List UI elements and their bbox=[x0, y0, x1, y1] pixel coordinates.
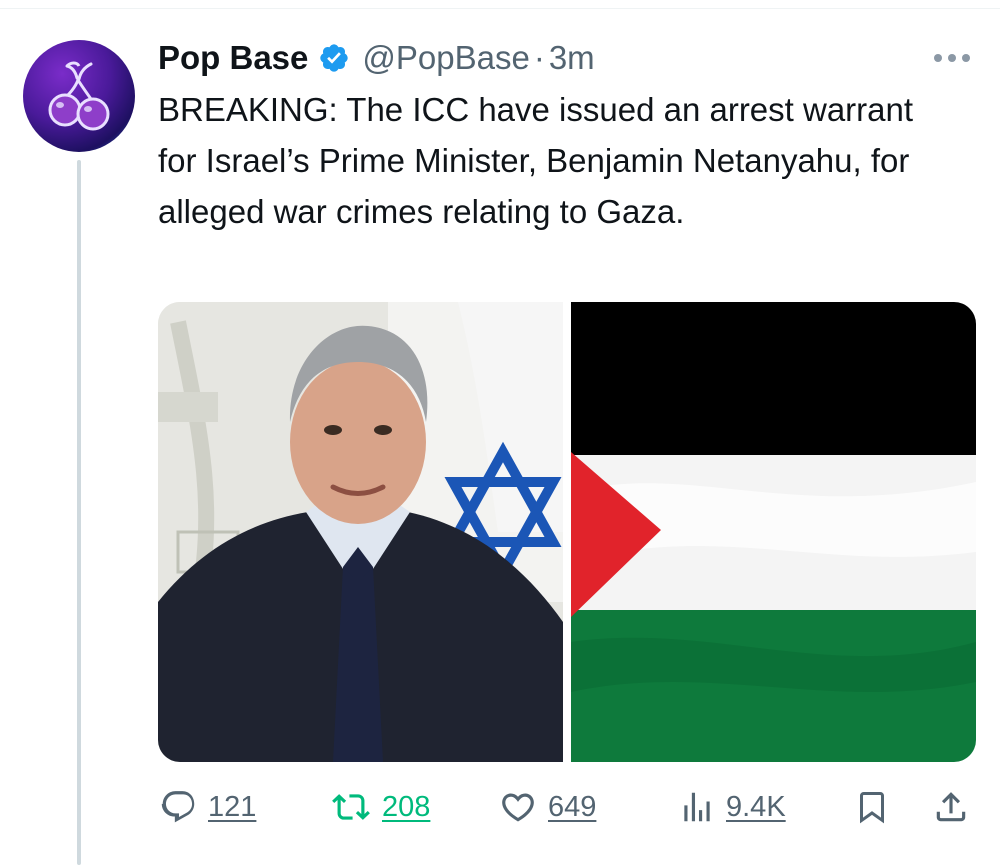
separator-dot: · bbox=[533, 39, 545, 76]
portrait-photo[interactable] bbox=[158, 302, 563, 762]
like-button[interactable]: 649 bbox=[498, 780, 596, 834]
like-icon bbox=[502, 793, 534, 822]
palestinian-flag-photo[interactable] bbox=[571, 302, 976, 762]
bookmark-icon bbox=[860, 792, 884, 824]
bookmark-button[interactable] bbox=[854, 780, 890, 834]
share-icon bbox=[936, 792, 966, 822]
avatar[interactable] bbox=[23, 40, 135, 152]
views-icon bbox=[684, 792, 710, 822]
reply-count: 121 bbox=[208, 790, 257, 823]
views-button[interactable]: 9.4K bbox=[678, 780, 786, 834]
media-grid bbox=[158, 302, 976, 762]
reply-icon bbox=[161, 791, 195, 823]
top-divider bbox=[0, 8, 1000, 9]
cherry-icon bbox=[48, 61, 110, 131]
repost-button[interactable]: 208 bbox=[330, 780, 430, 834]
share-button[interactable] bbox=[932, 780, 970, 834]
repost-icon bbox=[332, 794, 370, 820]
tweet-actions: 121 208 649 9.4K bbox=[158, 780, 978, 834]
verified-badge-icon bbox=[318, 42, 350, 74]
tweet-text: BREAKING: The ICC have issued an arrest … bbox=[158, 91, 914, 230]
timestamp[interactable]: 3m bbox=[549, 39, 595, 77]
more-options-icon[interactable] bbox=[932, 40, 972, 70]
thread-line bbox=[77, 160, 81, 865]
reply-button[interactable]: 121 bbox=[160, 780, 256, 834]
handle[interactable]: @PopBase bbox=[362, 39, 529, 77]
repost-count: 208 bbox=[382, 790, 431, 823]
tweet-header: Pop Base @PopBase · 3m bbox=[158, 34, 595, 82]
like-count: 649 bbox=[548, 790, 597, 823]
views-count: 9.4K bbox=[726, 790, 786, 823]
display-name[interactable]: Pop Base bbox=[158, 39, 308, 77]
